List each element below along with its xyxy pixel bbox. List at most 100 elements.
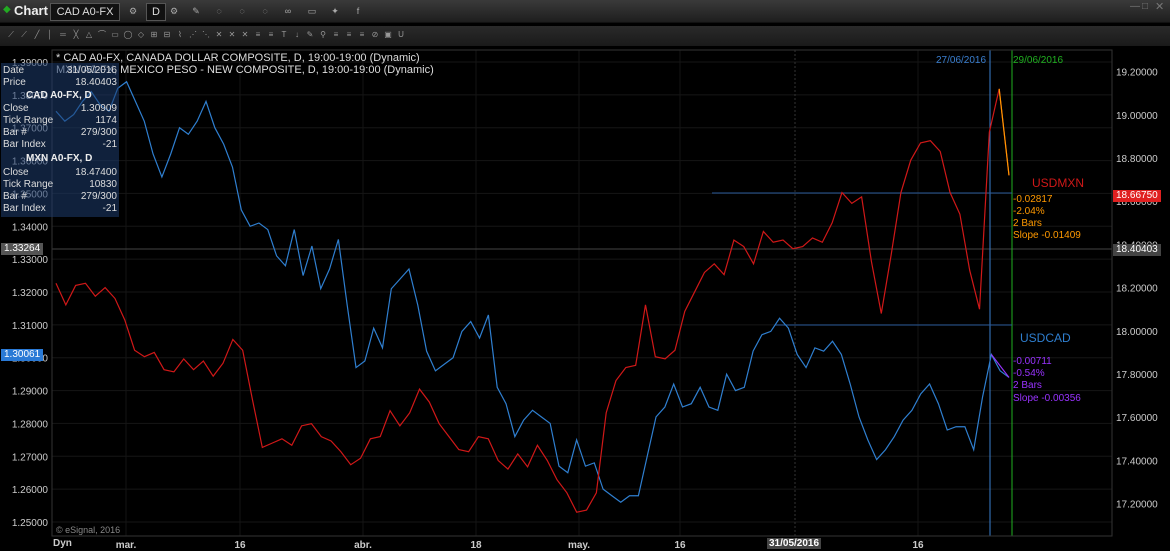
draw-tool-31-icon[interactable]: U	[396, 30, 406, 40]
draw-tool-19-icon[interactable]: ✕	[240, 30, 250, 40]
left-tick-14: 1.25000	[12, 518, 49, 529]
draw-tool-22-icon[interactable]: T	[279, 30, 289, 40]
draw-tool-11-icon[interactable]: ◇	[136, 30, 146, 40]
usdmxn-bars: 2 Bars	[1013, 218, 1042, 229]
info-cad-index: Bar Index -21	[3, 139, 117, 150]
info-mxn-range: Tick Range 10830	[3, 179, 117, 190]
usdcad-slope: Slope -0.00356	[1013, 393, 1081, 404]
right-tick-9: 17.40000	[1116, 456, 1158, 467]
info-price-row: Price 18.40403	[3, 77, 117, 88]
app-title: Chart	[14, 3, 48, 18]
usdcad-pct: -0.54%	[1013, 368, 1045, 379]
right-tick-0: 19.20000	[1116, 68, 1158, 79]
usdmxn-change: -0.02817	[1013, 194, 1053, 205]
comment-icon[interactable]: ▭	[306, 5, 318, 17]
x-tick-4: may.	[568, 540, 590, 551]
facebook-icon[interactable]: f	[352, 5, 364, 17]
draw-tool-30-icon[interactable]: ▣	[383, 30, 393, 40]
draw-tool-21-icon[interactable]: ≡	[266, 30, 276, 40]
draw-tool-23-icon[interactable]: ↓	[292, 30, 302, 40]
info-cad-bar: Bar #279/300	[3, 127, 117, 138]
draw-tool-1-icon[interactable]: ⟋	[6, 30, 16, 40]
usdmxn-pct: -2.04%	[1013, 206, 1045, 217]
draw-tool-27-icon[interactable]: ≡	[344, 30, 354, 40]
chart-icon: ◆	[3, 4, 11, 15]
usdmxn-last-price-tag: 18.66750	[1113, 190, 1161, 202]
left-tick-5: 1.34000	[12, 222, 49, 233]
draw-tool-20-icon[interactable]: ≡	[253, 30, 263, 40]
usdmxn-line	[55, 88, 1010, 513]
draw-tool-25-icon[interactable]: ⚲	[318, 30, 328, 40]
info-cad-range: Tick Range 1174	[3, 115, 117, 126]
maximize-icon[interactable]: □	[1142, 1, 1148, 12]
cursor-icon[interactable]: ◌	[213, 5, 225, 17]
right-tick-2: 18.80000	[1116, 154, 1158, 165]
copyright: © eSignal, 2016	[56, 525, 121, 535]
draw-tool-10-icon[interactable]: ◯	[123, 30, 133, 40]
grid	[52, 50, 1112, 536]
usdmxn-label: USDMXN	[1032, 176, 1085, 190]
draw-tool-26-icon[interactable]: ≡	[331, 30, 341, 40]
info-mxn-close: Close 18.47400	[3, 167, 117, 178]
x-tick-5: 16	[674, 540, 686, 551]
draw-tool-7-icon[interactable]: △	[84, 30, 94, 40]
draw-tool-28-icon[interactable]: ≡	[357, 30, 367, 40]
draw-tool-9-icon[interactable]: ▭	[110, 30, 120, 40]
symbol-gear-icon[interactable]: ⚙	[127, 5, 139, 17]
left-tick-11: 1.28000	[12, 419, 49, 430]
draw-tool-12-icon[interactable]: ⊞	[149, 30, 159, 40]
crosshair-icon[interactable]: ◌	[236, 5, 248, 17]
left-tick-13: 1.26000	[12, 485, 49, 496]
usdcad-bars: 2 Bars	[1013, 380, 1042, 391]
draw-tool-18-icon[interactable]: ✕	[227, 30, 237, 40]
x-tick-2: abr.	[354, 540, 372, 551]
draw-tool-15-icon[interactable]: ⋰	[188, 30, 198, 40]
usdcad-last-price-tag: 1.30061	[1, 349, 44, 361]
draw-tool-24-icon[interactable]: ✎	[305, 30, 315, 40]
symbol-input[interactable]: CAD A0-FX	[50, 3, 120, 21]
x-tick-7: 16	[912, 540, 924, 551]
draw-tool-6-icon[interactable]: ╳	[71, 30, 81, 40]
minimize-icon[interactable]: —	[1130, 1, 1140, 12]
link-icon[interactable]: ∞	[282, 5, 294, 17]
date-marker-1: 27/06/2016	[936, 55, 987, 66]
x-axis-start[interactable]: Dyn	[53, 538, 72, 549]
usdcad-label: USDCAD	[1020, 331, 1071, 345]
cursor-right-price-tag: 18.40403	[1113, 244, 1161, 256]
date-marker-2: 29/06/2016	[1013, 55, 1064, 66]
right-tick-10: 17.20000	[1116, 500, 1158, 511]
chart-area[interactable]: 1.390001.380001.370001.360001.350001.340…	[0, 48, 1170, 551]
info-date-row: Date 31/05/2016	[3, 65, 117, 76]
left-tick-7: 1.32000	[12, 288, 49, 299]
draw-tool-4-icon[interactable]: │	[45, 30, 55, 40]
data-window: Date 31/05/2016 Price 18.40403 CAD A0-FX, …	[1, 63, 119, 217]
draw-pencil-icon[interactable]: ✎	[190, 5, 202, 17]
draw-tool-17-icon[interactable]: ✕	[214, 30, 224, 40]
draw-tool-8-icon[interactable]: ⌒	[97, 30, 107, 40]
draw-tool-3-icon[interactable]: ╱	[32, 30, 42, 40]
draw-tool-13-icon[interactable]: ⊟	[162, 30, 172, 40]
right-tick-7: 17.80000	[1116, 370, 1158, 381]
usdcad-change: -0.00711	[1013, 356, 1052, 367]
info-cad-title: CAD A0-FX, D	[26, 90, 92, 101]
title-bar: ◆ Chart CAD A0-FX ⚙ D ⚙ ✎ ◌ ◌ ◌ ∞ ▭ ✦ f …	[0, 0, 1170, 23]
draw-tool-14-icon[interactable]: ⌇	[175, 30, 185, 40]
right-tick-6: 18.00000	[1116, 327, 1158, 338]
interval-gear-icon[interactable]: ⚙	[168, 5, 180, 17]
draw-tool-2-icon[interactable]: ⟋	[19, 30, 29, 40]
x-tick-0: mar.	[116, 540, 137, 551]
cursor-left-price-tag: 1.33264	[1, 243, 44, 255]
draw-tool-29-icon[interactable]: ⊘	[370, 30, 380, 40]
usdmxn-slope: Slope -0.01409	[1013, 230, 1081, 241]
clock-icon[interactable]: ◌	[259, 5, 271, 17]
close-icon[interactable]: ✕	[1155, 0, 1164, 13]
info-cad-close: Close 1.30909	[3, 103, 117, 114]
draw-tool-5-icon[interactable]: ═	[58, 30, 68, 40]
right-tick-5: 18.20000	[1116, 284, 1158, 295]
draw-tool-16-icon[interactable]: ⋱	[201, 30, 211, 40]
info-mxn-title: MXN A0-FX, D	[26, 153, 93, 164]
right-tick-8: 17.60000	[1116, 413, 1158, 424]
twitter-icon[interactable]: ✦	[329, 5, 341, 17]
interval-input[interactable]: D	[146, 3, 166, 21]
left-tick-6: 1.33000	[12, 255, 49, 266]
